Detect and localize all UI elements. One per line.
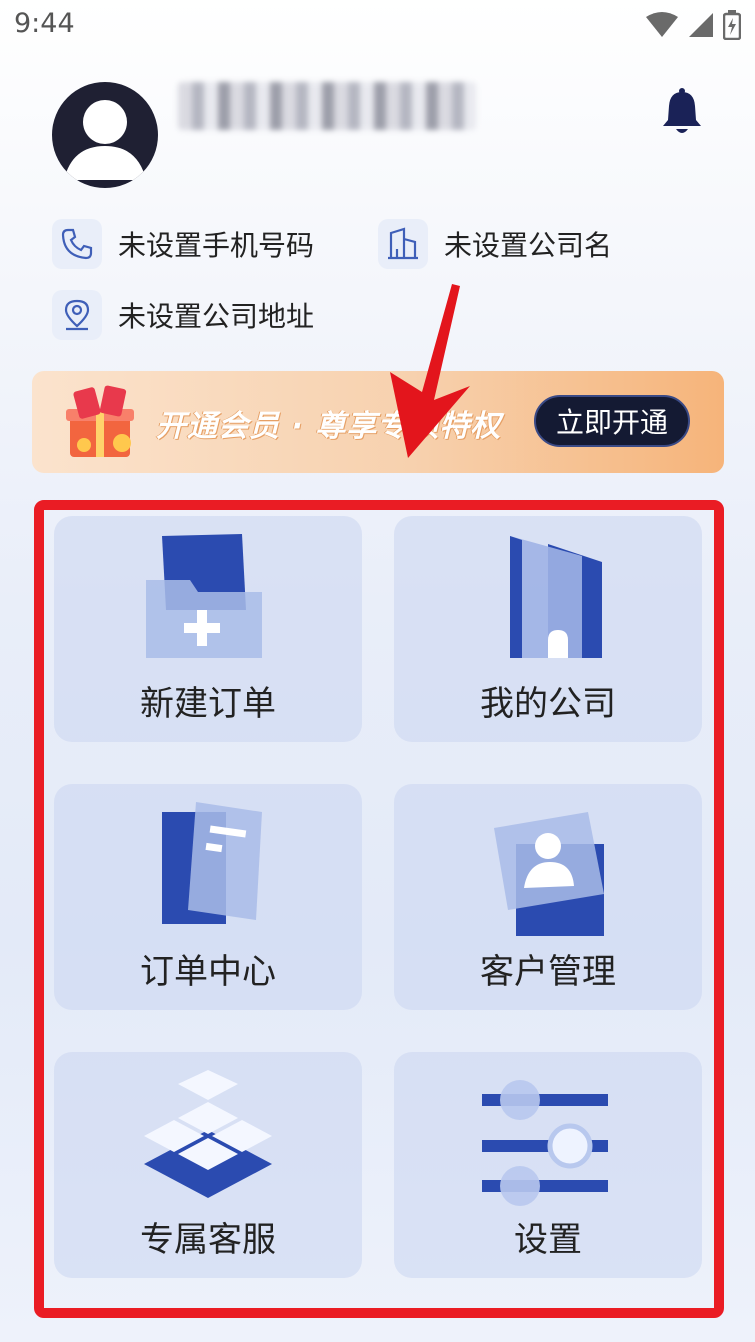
phone-text: 未设置手机号码	[118, 229, 315, 262]
bell-icon	[663, 88, 701, 133]
notification-button[interactable]	[660, 88, 704, 138]
activate-button[interactable]: 立即开通	[534, 395, 690, 447]
building-small-icon	[378, 219, 428, 269]
company-address-info[interactable]: 未设置公司地址	[52, 290, 314, 340]
gift-icon	[66, 385, 134, 457]
avatar[interactable]	[52, 82, 158, 188]
username-redacted	[178, 82, 476, 130]
location-icon	[52, 290, 102, 340]
status-time: 9:44	[14, 8, 75, 39]
status-icons	[645, 10, 741, 40]
phone-icon	[52, 219, 102, 269]
signal-icon	[689, 13, 713, 37]
wifi-icon	[646, 12, 678, 37]
arrow-annotation	[390, 284, 470, 458]
battery-icon	[723, 10, 741, 40]
highlight-frame	[34, 500, 724, 1318]
company-address-text: 未设置公司地址	[118, 300, 315, 333]
phone-info[interactable]: 未设置手机号码	[52, 219, 314, 269]
status-bar: 9:44	[0, 0, 755, 52]
user-avatar-icon	[64, 100, 146, 180]
company-name-text: 未设置公司名	[444, 229, 613, 262]
company-name-info[interactable]: 未设置公司名	[378, 219, 612, 269]
